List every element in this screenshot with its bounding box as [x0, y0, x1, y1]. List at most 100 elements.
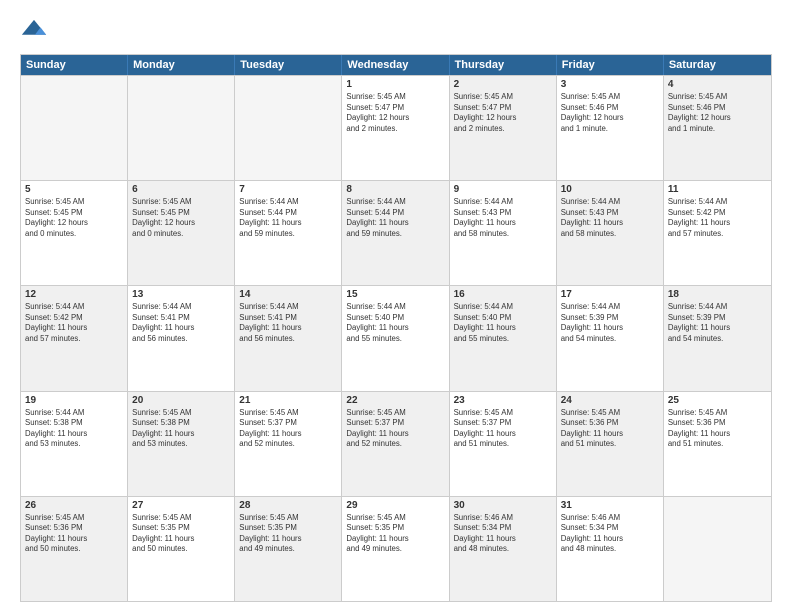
day-info: Sunrise: 5:44 AM Sunset: 5:41 PM Dayligh… [132, 302, 230, 344]
logo [20, 18, 52, 46]
calendar-day-6: 6 Sunrise: 5:45 AM Sunset: 5:45 PM Daylig… [128, 181, 235, 285]
day-number: 6 [132, 184, 230, 195]
day-number: 3 [561, 79, 659, 90]
calendar-day-29: 29 Sunrise: 5:45 AM Sunset: 5:35 PM Dayli… [342, 497, 449, 601]
calendar-day-30: 30 Sunrise: 5:46 AM Sunset: 5:34 PM Dayli… [450, 497, 557, 601]
calendar-day-10: 10 Sunrise: 5:44 AM Sunset: 5:43 PM Dayli… [557, 181, 664, 285]
day-number: 20 [132, 395, 230, 406]
day-number: 30 [454, 500, 552, 511]
calendar-day-23: 23Sunrise: 5:45 AM Sunset: 5:37 PM Dayli… [450, 392, 557, 496]
day-info: Sunrise: 5:44 AM Sunset: 5:42 PM Dayligh… [25, 302, 123, 344]
calendar-row-3: 19 Sunrise: 5:44 AM Sunset: 5:38 PM Dayli… [21, 391, 771, 496]
day-number: 15 [346, 289, 444, 300]
day-number: 31 [561, 500, 659, 511]
day-number: 17 [561, 289, 659, 300]
header-day-saturday: Saturday [664, 55, 771, 75]
day-info: Sunrise: 5:44 AM Sunset: 5:43 PM Dayligh… [561, 197, 659, 239]
header-day-wednesday: Wednesday [342, 55, 449, 75]
header-day-sunday: Sunday [21, 55, 128, 75]
calendar-empty-cell [128, 76, 235, 180]
day-info: Sunrise: 5:45 AM Sunset: 5:47 PM Dayligh… [346, 92, 444, 134]
calendar-day-11: 11Sunrise: 5:44 AM Sunset: 5:42 PM Dayli… [664, 181, 771, 285]
day-info: Sunrise: 5:44 AM Sunset: 5:44 PM Dayligh… [346, 197, 444, 239]
day-number: 28 [239, 500, 337, 511]
calendar-empty-cell [664, 497, 771, 601]
calendar-day-1: 1Sunrise: 5:45 AM Sunset: 5:47 PM Daylig… [342, 76, 449, 180]
day-number: 23 [454, 395, 552, 406]
day-info: Sunrise: 5:45 AM Sunset: 5:46 PM Dayligh… [668, 92, 767, 134]
calendar-header: SundayMondayTuesdayWednesdayThursdayFrid… [21, 55, 771, 75]
day-number: 29 [346, 500, 444, 511]
logo-icon [20, 18, 48, 46]
day-number: 24 [561, 395, 659, 406]
day-info: Sunrise: 5:45 AM Sunset: 5:38 PM Dayligh… [132, 408, 230, 450]
day-number: 13 [132, 289, 230, 300]
calendar-day-2: 2 Sunrise: 5:45 AM Sunset: 5:47 PM Daylig… [450, 76, 557, 180]
day-number: 21 [239, 395, 337, 406]
calendar-day-9: 9Sunrise: 5:44 AM Sunset: 5:43 PM Daylig… [450, 181, 557, 285]
day-info: Sunrise: 5:44 AM Sunset: 5:42 PM Dayligh… [668, 197, 767, 239]
day-info: Sunrise: 5:45 AM Sunset: 5:37 PM Dayligh… [239, 408, 337, 450]
day-info: Sunrise: 5:45 AM Sunset: 5:37 PM Dayligh… [346, 408, 444, 450]
day-info: Sunrise: 5:45 AM Sunset: 5:35 PM Dayligh… [132, 513, 230, 555]
calendar-day-14: 14 Sunrise: 5:44 AM Sunset: 5:41 PM Dayli… [235, 286, 342, 390]
day-number: 14 [239, 289, 337, 300]
calendar-day-21: 21 Sunrise: 5:45 AM Sunset: 5:37 PM Dayli… [235, 392, 342, 496]
day-number: 22 [346, 395, 444, 406]
calendar-body: 1Sunrise: 5:45 AM Sunset: 5:47 PM Daylig… [21, 75, 771, 601]
calendar-day-19: 19 Sunrise: 5:44 AM Sunset: 5:38 PM Dayli… [21, 392, 128, 496]
day-info: Sunrise: 5:45 AM Sunset: 5:36 PM Dayligh… [25, 513, 123, 555]
calendar-day-4: 4Sunrise: 5:45 AM Sunset: 5:46 PM Daylig… [664, 76, 771, 180]
calendar-day-18: 18 Sunrise: 5:44 AM Sunset: 5:39 PM Dayli… [664, 286, 771, 390]
calendar: SundayMondayTuesdayWednesdayThursdayFrid… [20, 54, 772, 602]
day-number: 27 [132, 500, 230, 511]
day-info: Sunrise: 5:45 AM Sunset: 5:46 PM Dayligh… [561, 92, 659, 134]
header-day-tuesday: Tuesday [235, 55, 342, 75]
day-info: Sunrise: 5:44 AM Sunset: 5:43 PM Dayligh… [454, 197, 552, 239]
day-number: 18 [668, 289, 767, 300]
day-info: Sunrise: 5:45 AM Sunset: 5:45 PM Dayligh… [132, 197, 230, 239]
day-info: Sunrise: 5:44 AM Sunset: 5:41 PM Dayligh… [239, 302, 337, 344]
day-info: Sunrise: 5:44 AM Sunset: 5:40 PM Dayligh… [454, 302, 552, 344]
calendar-day-3: 3 Sunrise: 5:45 AM Sunset: 5:46 PM Daylig… [557, 76, 664, 180]
day-info: Sunrise: 5:44 AM Sunset: 5:38 PM Dayligh… [25, 408, 123, 450]
day-number: 26 [25, 500, 123, 511]
day-info: Sunrise: 5:44 AM Sunset: 5:39 PM Dayligh… [668, 302, 767, 344]
day-info: Sunrise: 5:46 AM Sunset: 5:34 PM Dayligh… [454, 513, 552, 555]
day-info: Sunrise: 5:46 AM Sunset: 5:34 PM Dayligh… [561, 513, 659, 555]
day-number: 25 [668, 395, 767, 406]
day-info: Sunrise: 5:45 AM Sunset: 5:47 PM Dayligh… [454, 92, 552, 134]
calendar-day-20: 20 Sunrise: 5:45 AM Sunset: 5:38 PM Dayli… [128, 392, 235, 496]
day-number: 19 [25, 395, 123, 406]
calendar-row-2: 12Sunrise: 5:44 AM Sunset: 5:42 PM Dayli… [21, 285, 771, 390]
calendar-empty-cell [21, 76, 128, 180]
calendar-day-26: 26 Sunrise: 5:45 AM Sunset: 5:36 PM Dayli… [21, 497, 128, 601]
calendar-day-15: 15 Sunrise: 5:44 AM Sunset: 5:40 PM Dayli… [342, 286, 449, 390]
calendar-day-17: 17 Sunrise: 5:44 AM Sunset: 5:39 PM Dayli… [557, 286, 664, 390]
day-number: 16 [454, 289, 552, 300]
calendar-day-27: 27 Sunrise: 5:45 AM Sunset: 5:35 PM Dayli… [128, 497, 235, 601]
day-info: Sunrise: 5:44 AM Sunset: 5:39 PM Dayligh… [561, 302, 659, 344]
calendar-row-4: 26 Sunrise: 5:45 AM Sunset: 5:36 PM Dayli… [21, 496, 771, 601]
calendar-day-16: 16 Sunrise: 5:44 AM Sunset: 5:40 PM Dayli… [450, 286, 557, 390]
calendar-day-7: 7 Sunrise: 5:44 AM Sunset: 5:44 PM Daylig… [235, 181, 342, 285]
day-number: 2 [454, 79, 552, 90]
day-info: Sunrise: 5:45 AM Sunset: 5:35 PM Dayligh… [346, 513, 444, 555]
calendar-day-8: 8 Sunrise: 5:44 AM Sunset: 5:44 PM Daylig… [342, 181, 449, 285]
page: SundayMondayTuesdayWednesdayThursdayFrid… [0, 0, 792, 612]
day-info: Sunrise: 5:44 AM Sunset: 5:44 PM Dayligh… [239, 197, 337, 239]
day-info: Sunrise: 5:45 AM Sunset: 5:45 PM Dayligh… [25, 197, 123, 239]
calendar-day-25: 25Sunrise: 5:45 AM Sunset: 5:36 PM Dayli… [664, 392, 771, 496]
day-number: 5 [25, 184, 123, 195]
calendar-day-5: 5 Sunrise: 5:45 AM Sunset: 5:45 PM Daylig… [21, 181, 128, 285]
day-number: 7 [239, 184, 337, 195]
header-day-monday: Monday [128, 55, 235, 75]
calendar-day-12: 12Sunrise: 5:44 AM Sunset: 5:42 PM Dayli… [21, 286, 128, 390]
calendar-day-22: 22 Sunrise: 5:45 AM Sunset: 5:37 PM Dayli… [342, 392, 449, 496]
day-info: Sunrise: 5:44 AM Sunset: 5:40 PM Dayligh… [346, 302, 444, 344]
calendar-day-24: 24Sunrise: 5:45 AM Sunset: 5:36 PM Dayli… [557, 392, 664, 496]
calendar-row-0: 1Sunrise: 5:45 AM Sunset: 5:47 PM Daylig… [21, 75, 771, 180]
day-number: 8 [346, 184, 444, 195]
header [20, 18, 772, 46]
day-number: 10 [561, 184, 659, 195]
